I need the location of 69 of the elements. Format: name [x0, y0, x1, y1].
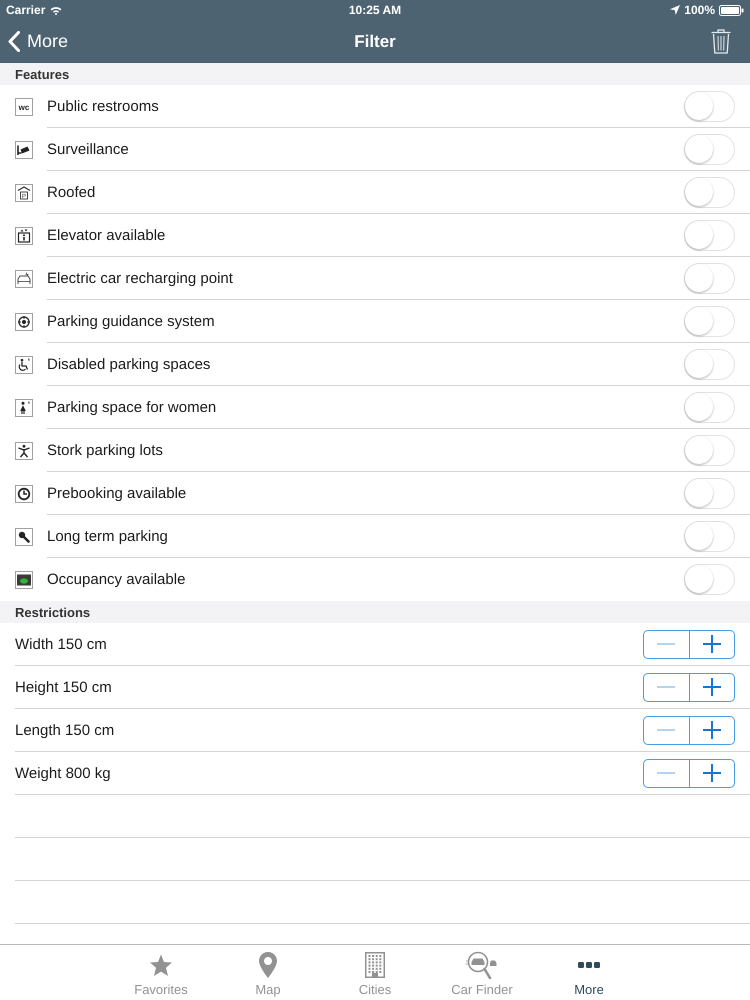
section-header: Restrictions: [0, 601, 750, 623]
magnifier-car-icon: [465, 951, 499, 979]
feature-label: Long term parking: [47, 528, 168, 544]
restriction-label: Length 150 cm: [15, 722, 114, 738]
wheelchair-icon: [15, 356, 33, 374]
tab-item[interactable]: Map: [214, 945, 322, 1000]
chevron-left-icon: [8, 31, 20, 52]
screen-title: Filter: [354, 32, 396, 52]
star-icon: [149, 954, 173, 976]
camera-icon: [15, 140, 33, 158]
toggle-switch[interactable]: [684, 220, 735, 250]
battery-percent: 100%: [684, 3, 715, 17]
plus-icon: [702, 764, 721, 782]
feature-label: Parking space for women: [47, 398, 216, 416]
back-button[interactable]: More: [8, 31, 68, 52]
toggle-switch[interactable]: [684, 520, 735, 552]
carrier-label: Carrier: [6, 3, 46, 17]
building-icon: [365, 952, 385, 978]
feature-label: Occupancy available: [47, 571, 186, 588]
toggle-switch[interactable]: [684, 176, 735, 208]
feature-label: Surveillance: [47, 140, 129, 158]
display-icon: [15, 570, 33, 588]
feature-label: Elevator available: [47, 226, 166, 244]
feature-label: Prebooking available: [47, 484, 186, 502]
toggle-switch[interactable]: [684, 90, 735, 122]
minus-icon: [657, 772, 676, 774]
car-icon: [15, 270, 33, 288]
location-arrow-icon: [670, 5, 680, 15]
feature-label: Roofed: [47, 184, 96, 200]
ellipsis-icon: [578, 962, 600, 968]
feature-label: Stork parking lots: [47, 442, 163, 458]
key-icon: [15, 528, 33, 546]
toggle-switch[interactable]: [684, 564, 735, 595]
wifi-icon: [50, 6, 62, 14]
toggle-switch[interactable]: [684, 262, 735, 294]
feature-label: Disabled parking spaces: [47, 356, 210, 372]
toggle-switch[interactable]: [684, 434, 735, 466]
minus-icon: [657, 686, 676, 688]
section-header: Features: [0, 63, 750, 85]
plus-icon: [702, 678, 721, 696]
toggle-switch[interactable]: [684, 478, 735, 508]
toggle-switch[interactable]: [684, 134, 735, 164]
battery-icon: [719, 4, 744, 16]
plus-icon: [702, 635, 721, 653]
time-label: 10:25 AM: [348, 3, 402, 17]
plus-icon: [702, 721, 721, 739]
clock-icon: [15, 484, 33, 502]
minus-icon: [657, 643, 676, 645]
toggle-switch[interactable]: [684, 348, 735, 380]
tab-item[interactable]: Cities: [322, 945, 428, 1000]
tab-item[interactable]: Favorites: [108, 945, 214, 1000]
minus-icon: [657, 729, 676, 731]
toggle-switch[interactable]: [684, 306, 735, 336]
tab-item[interactable]: Car Finder: [428, 945, 536, 1000]
wc-sign-icon: wc: [15, 98, 33, 116]
restriction-label: Width 150 cm: [15, 636, 107, 652]
woman-icon: [15, 398, 33, 416]
feature-label: Public restrooms: [47, 98, 159, 114]
feature-label: Electric car recharging point: [47, 270, 233, 286]
elevator-icon: [15, 226, 33, 244]
restriction-label: Weight 800 kg: [15, 764, 111, 782]
child-icon: [15, 442, 33, 460]
trash-icon[interactable]: [711, 29, 731, 54]
target-icon: [15, 312, 33, 330]
tab-item[interactable]: More: [536, 945, 642, 1000]
restriction-label: Height 150 cm: [15, 678, 112, 696]
map-pin-icon: [259, 952, 277, 978]
feature-label: Parking guidance system: [47, 312, 215, 330]
toggle-switch[interactable]: [684, 392, 735, 422]
